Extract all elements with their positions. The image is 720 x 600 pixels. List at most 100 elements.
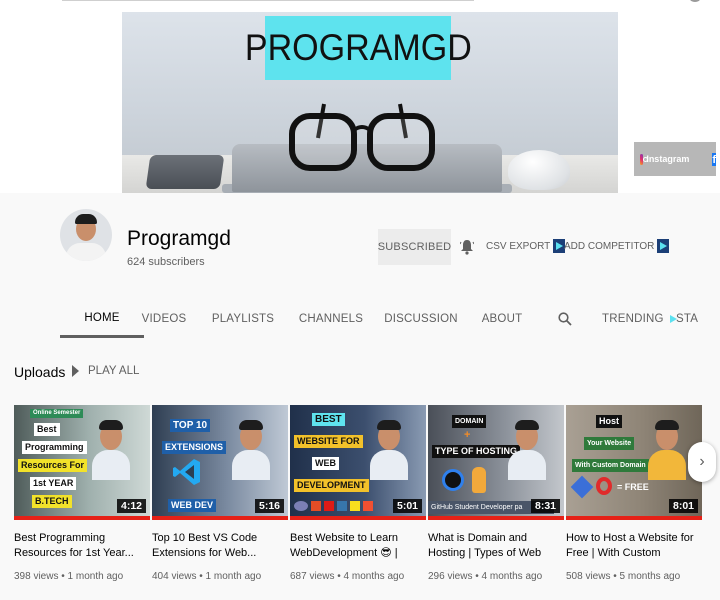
domain-icon [570,475,594,499]
tab-videos[interactable]: VIDEOS [142,300,186,338]
video-age: 5 months ago [619,571,681,582]
video-views: 398 views [14,571,59,582]
watch-progress-bar [152,516,288,520]
watch-progress-bar [14,516,150,520]
thumb-label: Your Website [584,437,635,450]
thumb-label: Online Semester [30,409,84,418]
csv-export-label: CSV EXPORT [486,240,551,252]
thumb-label: TOP 10 [170,419,211,432]
video-card[interactable]: TOP 10 EXTENSIONS WEB DEV 5:16 Top 10 Be… [152,405,288,582]
video-thumbnail[interactable]: BEST WEBSITE FOR WEB DEVELOPMENT 5:01 [290,405,426,520]
thumb-label: TYPE OF HOSTING [432,445,521,458]
thumb-label: WEB [312,457,339,470]
subscribed-button[interactable]: SUBSCRIBED [378,229,451,265]
top-divider [62,0,474,1]
thumb-label: 1st YEAR [30,477,77,490]
thumb-label: Host [596,415,622,428]
play-all-label: PLAY ALL [88,365,140,377]
banner-logo-text: PROGRAMGD [244,27,472,68]
avatar-shirt [66,243,106,261]
video-title[interactable]: Best Website to Learn WebDevelopment 😎 |… [290,531,422,561]
facebook-icon[interactable]: f [712,152,716,166]
thumb-label: DOMAIN [452,415,487,428]
tab-stats[interactable]: STA [676,300,720,338]
chevron-right-icon: › [699,453,705,470]
plus-icon: + [464,429,471,441]
tab-trending-label: TRENDING [602,313,664,325]
watch-progress-bar [428,516,564,520]
thumb-label: BEST [312,413,345,426]
video-card[interactable]: Online Semester Best Programming Resourc… [14,405,150,582]
video-title[interactable]: How to Host a Website for Free | With Cu… [566,531,698,561]
notification-bell-icon[interactable] [460,239,474,255]
video-duration: 8:31 [530,499,560,513]
github-icon [442,469,464,491]
play-all-button[interactable]: PLAY ALL [72,365,139,377]
tab-about[interactable]: ABOUT [482,300,522,338]
php-icon [294,501,308,511]
video-duration: 5:01 [392,499,422,513]
video-meta: 404 views • 1 month ago [152,571,288,582]
git-icon [363,501,373,511]
add-competitor-button[interactable]: ADD COMPETITOR [564,239,670,253]
thumb-person [508,420,546,480]
video-meta: 687 views • 4 months ago [290,571,426,582]
video-duration: 4:12 [116,499,146,513]
thumb-label: EXTENSIONS [162,441,227,454]
add-competitor-label: ADD COMPETITOR [564,240,655,252]
channel-banner: PROGRAMGD [122,12,618,193]
video-thumbnail[interactable]: Online Semester Best Programming Resourc… [14,405,150,520]
video-title[interactable]: Top 10 Best VS Code Extensions for Web..… [152,531,284,561]
video-thumbnail[interactable]: DOMAIN + TYPE OF HOSTING GitHub Student … [428,405,564,520]
tab-home[interactable]: HOME [60,300,144,338]
thumb-label: Resources For [18,459,88,472]
avatar [60,209,112,261]
video-meta: 296 views • 4 months ago [428,571,564,582]
csv-export-button[interactable]: CSV EXPORT [486,239,566,253]
video-title[interactable]: Best Programming Resources for 1st Year.… [14,531,146,561]
video-duration: 5:16 [254,499,284,513]
channel-header: Programgd 624 subscribers SUBSCRIBED CSV… [0,193,720,338]
profile-menu-icon[interactable] [690,0,700,2]
thumb-label: WEBSITE FOR [294,435,363,448]
uploads-title[interactable]: Uploads [14,364,65,380]
video-age: 1 month ago [205,571,262,582]
thumb-person [648,420,686,480]
tab-discussion[interactable]: DISCUSSION [384,300,457,338]
channel-search-icon[interactable] [558,312,572,326]
instagram-icon[interactable] [640,153,649,165]
meta-separator: • [610,571,620,582]
thumb-label: DEVELOPMENT [294,479,369,492]
phone-image [145,155,225,189]
tech-logos [294,501,376,513]
instagram-link[interactable]: Instagram [646,154,689,164]
tab-trending[interactable]: TRENDING [602,300,677,338]
tab-playlists[interactable]: PLAYLISTS [212,300,274,338]
video-views: 296 views [428,571,473,582]
video-card[interactable]: DOMAIN + TYPE OF HOSTING GitHub Student … [428,405,564,582]
thumb-person [92,420,130,480]
thumb-label: With Custom Domain [572,459,649,472]
next-arrow-button[interactable]: › [688,442,716,482]
video-age: 4 months ago [481,571,543,582]
video-meta: 398 views • 1 month ago [14,571,150,582]
tab-channels[interactable]: CHANNELS [299,300,363,338]
video-age: 1 month ago [67,571,124,582]
video-card[interactable]: Host Your Website With Custom Domain = F… [566,405,702,582]
glasses-image [289,103,435,171]
video-thumbnail[interactable]: TOP 10 EXTENSIONS WEB DEV 5:16 [152,405,288,520]
host-icon [596,477,612,495]
thumb-person [370,420,408,480]
video-card[interactable]: BEST WEBSITE FOR WEB DEVELOPMENT 5:01 Be… [290,405,426,582]
meta-separator: • [472,571,482,582]
video-meta: 508 views • 5 months ago [566,571,702,582]
play-all-icon [72,365,79,377]
meta-separator: • [196,571,206,582]
video-title[interactable]: What is Domain and Hosting | Types of We… [428,531,560,561]
thumb-label: Best [34,423,60,436]
mouse-image [508,150,570,190]
channel-name: Programgd [127,227,231,250]
avatar-hair [75,214,97,224]
video-thumbnail[interactable]: Host Your Website With Custom Domain = F… [566,405,702,520]
meta-separator: • [334,571,344,582]
